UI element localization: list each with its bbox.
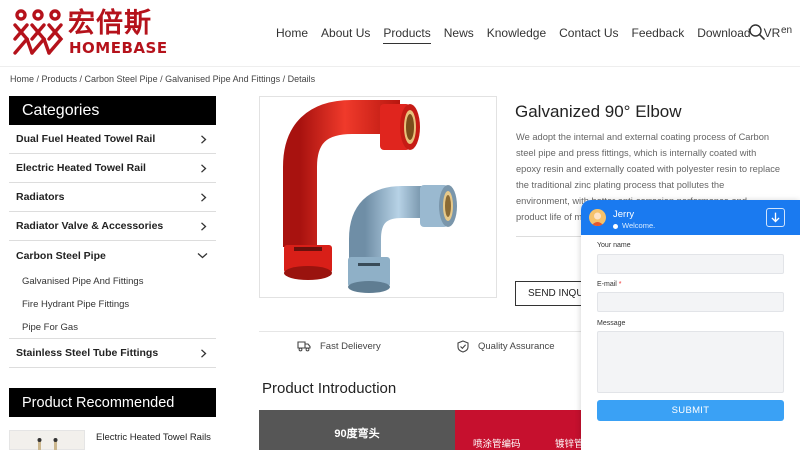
logo-mark-icon [13, 9, 64, 55]
brand-en-name: HOMEBASE [69, 39, 168, 57]
nav-news[interactable]: News [444, 23, 474, 43]
product-spec-table: 90度弯头 喷涂管编码 镀锌管 [259, 410, 589, 450]
feature-label: Fast Delievery [320, 340, 381, 352]
message-field-label: Message [597, 320, 626, 327]
nav-download[interactable]: Download [697, 23, 750, 43]
category-label: Radiator Valve & Accessories [16, 220, 164, 232]
nav-home[interactable]: Home [276, 23, 308, 43]
email-field-label: E-mail * [597, 281, 622, 288]
avatar-icon [591, 212, 604, 226]
category-label: Carbon Steel Pipe [16, 249, 106, 262]
category-stainless-steel-tube-fittings[interactable]: Stainless Steel Tube Fittings [9, 339, 216, 368]
shield-check-icon [457, 340, 469, 353]
category-carbon-steel-pipe[interactable]: Carbon Steel Pipe [9, 241, 216, 270]
nav-products[interactable]: Products [383, 23, 431, 44]
nav-knowledge[interactable]: Knowledge [487, 23, 546, 43]
chevron-down-icon [197, 253, 208, 259]
elbow-fittings-image [283, 100, 457, 293]
categories-heading: Categories [9, 96, 216, 125]
category-radiators[interactable]: Radiators [9, 183, 216, 212]
features-divider [259, 331, 589, 332]
category-label: Electric Heated Towel Rail [16, 162, 146, 174]
truck-icon [297, 341, 311, 352]
description-line: epoxy resin and externally coated with p… [516, 164, 781, 174]
required-marker: * [616, 281, 622, 288]
message-textarea[interactable] [597, 331, 784, 393]
nav-feedback[interactable]: Feedback [632, 23, 685, 43]
subcategory-pipe-for-gas[interactable]: Pipe For Gas [9, 316, 216, 339]
chevron-right-icon [201, 192, 207, 202]
name-field-label: Your name [597, 242, 631, 249]
agent-avatar [589, 209, 606, 226]
agent-name: Jerry [613, 209, 635, 220]
agent-status: Welcome. [622, 221, 656, 230]
spec-subheader: 镀锌管 [555, 439, 584, 450]
description-line: the traditional zinc plating process tha… [516, 180, 725, 190]
spec-header-right: 喷涂管编码 镀锌管 [455, 410, 589, 450]
subcategory-fire-hydrant-pipe-fittings[interactable]: Fire Hydrant Pipe Fittings [9, 293, 216, 316]
spec-header-left: 90度弯头 [259, 410, 455, 450]
category-electric-heated-towel-rail[interactable]: Electric Heated Towel Rail [9, 154, 216, 183]
chevron-right-icon [201, 221, 207, 231]
brand-logo[interactable]: 宏倍斯 HOMEBASE [12, 8, 167, 57]
chat-header: Jerry Welcome. [581, 200, 800, 235]
feature-fast-delivery: Fast Delievery [297, 340, 381, 352]
spec-subheader: 喷涂管编码 [473, 439, 521, 450]
category-label: Dual Fuel Heated Towel Rail [16, 133, 156, 145]
category-label: Radiators [16, 191, 65, 203]
nav-about-us[interactable]: About Us [321, 23, 370, 43]
product-image[interactable] [259, 96, 497, 298]
search-icon[interactable] [748, 23, 766, 41]
main-nav: Home About Us Products News Knowledge Co… [276, 22, 793, 44]
product-title: Galvanized 90° Elbow [515, 102, 682, 121]
subcategory-galvanised-pipe-and-fittings[interactable]: Galvanised Pipe And Fittings [9, 270, 216, 293]
online-status-dot [613, 224, 618, 229]
chevron-right-icon [201, 348, 207, 358]
breadcrumb[interactable]: Home / Products / Carbon Steel Pipe / Ga… [10, 74, 315, 84]
name-input[interactable] [597, 254, 784, 274]
nav-contact-us[interactable]: Contact Us [559, 23, 618, 43]
feature-quality-assurance: Quality Assurance [457, 340, 555, 353]
minimize-arrow-icon[interactable] [766, 208, 785, 227]
category-sidebar: Categories Dual Fuel Heated Towel Rail E… [9, 96, 216, 368]
recommended-product-thumbnail[interactable] [9, 430, 85, 450]
submit-button[interactable]: SUBMIT [597, 400, 784, 421]
chevron-right-icon [201, 134, 207, 144]
email-input[interactable] [597, 292, 784, 312]
category-radiator-valve-accessories[interactable]: Radiator Valve & Accessories [9, 212, 216, 241]
category-label: Stainless Steel Tube Fittings [16, 347, 159, 359]
nav-vr[interactable]: VR [764, 23, 781, 43]
brand-cn-name: 宏倍斯 [68, 8, 152, 39]
towel-rail-thumbnail-icon [37, 438, 58, 450]
description-line: We adopt the internal and external coati… [516, 132, 770, 142]
recommended-product-label[interactable]: Electric Heated Towel Rails [96, 432, 211, 443]
category-dual-fuel-heated-towel-rail[interactable]: Dual Fuel Heated Towel Rail [9, 125, 216, 154]
language-switch[interactable]: en [781, 25, 792, 36]
chat-widget: Jerry Welcome. Your name E-mail * Messag… [581, 200, 800, 450]
chevron-right-icon [201, 163, 207, 173]
recommended-heading: Product Recommended [9, 388, 216, 417]
feature-label: Quality Assurance [478, 341, 555, 352]
product-introduction-heading: Product Introduction [262, 380, 397, 397]
site-header: 宏倍斯 HOMEBASE Home About Us Products News… [0, 0, 800, 66]
description-line: steel pipe and press fittings, which is … [516, 148, 757, 158]
header-divider [0, 66, 800, 67]
